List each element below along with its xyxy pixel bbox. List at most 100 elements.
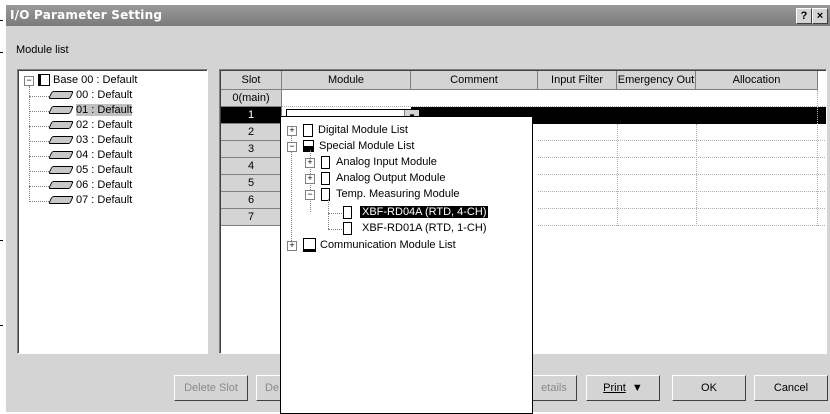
- dd-label: XBF-RD01A (RTD, 1-CH): [362, 222, 487, 234]
- row-header[interactable]: 5: [221, 175, 282, 192]
- help-button[interactable]: ?: [796, 8, 812, 24]
- expand-analog-in-icon[interactable]: +: [305, 158, 315, 168]
- dd-analog-output-module[interactable]: Analog Output Module: [321, 171, 445, 186]
- collapse-special-icon[interactable]: −: [287, 142, 297, 152]
- tree-line: [328, 199, 329, 229]
- dd-communication-module-list[interactable]: Communication Module List: [303, 238, 456, 253]
- col-header-comment[interactable]: Comment: [411, 71, 538, 90]
- collapse-temp-icon[interactable]: −: [305, 190, 315, 200]
- row-header[interactable]: 3: [221, 141, 282, 158]
- tree-slot-label: 02 : Default: [76, 119, 133, 131]
- expand-digital-icon[interactable]: +: [287, 126, 297, 136]
- dd-digital-module-list[interactable]: Digital Module List: [303, 123, 408, 138]
- col-header-allocation[interactable]: Allocation: [696, 71, 818, 90]
- tree-slot-label: 06 : Default: [76, 179, 133, 191]
- grid-line: [538, 225, 825, 226]
- row-header[interactable]: 2: [221, 124, 282, 141]
- dd-temp-measuring-module[interactable]: Temp. Measuring Module: [321, 187, 460, 202]
- ok-button[interactable]: OK: [672, 375, 746, 401]
- tree-slot-02[interactable]: 02 : Default: [48, 118, 133, 133]
- row-header[interactable]: 0(main): [221, 90, 282, 107]
- dd-label: Analog Input Module: [336, 156, 437, 168]
- expand-analog-out-icon[interactable]: +: [305, 174, 315, 184]
- col-header-slot[interactable]: Slot: [221, 71, 282, 90]
- tree-slot-label: 01 : Default: [76, 104, 133, 116]
- col-header-module[interactable]: Module: [282, 71, 411, 90]
- module-tree[interactable]: − Base 00 : Default 00 : Default 01 : De…: [17, 69, 208, 354]
- tree-slot-05[interactable]: 05 : Default: [48, 163, 133, 178]
- col-header-emergency-out[interactable]: Emergency Out: [617, 71, 696, 90]
- module-icon: [303, 123, 313, 137]
- dd-label: Digital Module List: [318, 124, 408, 136]
- tree-slot-04[interactable]: 04 : Default: [48, 148, 133, 163]
- module-icon: [343, 205, 352, 219]
- dd-xbf-rd04a[interactable]: XBF-RD04A (RTD, 4-CH): [343, 205, 490, 220]
- tree-slot-03[interactable]: 03 : Default: [48, 133, 133, 148]
- print-button[interactable]: Print ▼: [586, 375, 660, 401]
- slot-icon: [48, 181, 74, 190]
- grid-line: [538, 157, 825, 158]
- module-icon: [343, 221, 352, 235]
- dd-label: Analog Output Module: [336, 172, 446, 184]
- dd-label: Special Module List: [319, 140, 415, 152]
- grid-line: [817, 90, 818, 226]
- tree-slot-06[interactable]: 06 : Default: [48, 178, 133, 193]
- tree-branch: [29, 111, 49, 112]
- grid-line: [696, 124, 697, 226]
- details-button[interactable]: etails: [532, 375, 577, 401]
- slot-icon: [48, 166, 74, 175]
- tree-slot-01[interactable]: 01 : Default: [48, 103, 133, 118]
- grid-line: [538, 208, 825, 209]
- module-icon: [321, 155, 330, 169]
- communication-icon: [303, 238, 316, 253]
- print-label: Print: [603, 382, 626, 394]
- grid-line: [538, 191, 825, 192]
- cancel-button[interactable]: Cancel: [754, 375, 828, 401]
- dd-label: Temp. Measuring Module: [336, 188, 460, 200]
- dd-xbf-rd01a[interactable]: XBF-RD01A (RTD, 1-CH): [343, 221, 486, 236]
- tree-slot-00[interactable]: 00 : Default: [48, 88, 133, 103]
- tree-line: [29, 86, 30, 202]
- tree-branch: [29, 186, 49, 187]
- window-title: I/O Parameter Setting: [10, 8, 163, 22]
- tree-slot-label: 00 : Default: [76, 89, 133, 101]
- dd-special-module-list[interactable]: Special Module List: [303, 139, 414, 154]
- row-header[interactable]: 6: [221, 192, 282, 209]
- tree-base[interactable]: Base 00 : Default: [38, 73, 137, 88]
- module-icon: [321, 171, 330, 185]
- slot-icon: [48, 136, 74, 145]
- row-header-selected[interactable]: 1: [221, 107, 282, 124]
- slot-icon: [48, 151, 74, 160]
- slot-icon: [48, 106, 74, 115]
- slot-icon: [48, 121, 74, 130]
- row-header[interactable]: 4: [221, 158, 282, 175]
- slot-icon: [48, 91, 74, 100]
- tree-slot-label: 05 : Default: [76, 164, 133, 176]
- dd-label-selected: XBF-RD04A (RTD, 4-CH): [358, 205, 490, 219]
- tree-branch: [29, 126, 49, 127]
- grid-line: [282, 106, 825, 107]
- expand-comm-icon[interactable]: +: [287, 241, 297, 251]
- edge-tick: [0, 52, 3, 53]
- tree-branch: [29, 141, 49, 142]
- tree-branch: [29, 156, 49, 157]
- tree-slot-label: 04 : Default: [76, 149, 133, 161]
- title-bar: I/O Parameter Setting ? ×: [6, 5, 830, 26]
- edge-tick: [0, 240, 3, 241]
- tree-branch: [29, 96, 49, 97]
- delete-slot-button[interactable]: Delete Slot: [174, 375, 248, 401]
- tree-slot-07[interactable]: 07 : Default: [48, 193, 133, 208]
- col-header-input-filter[interactable]: Input Filter: [538, 71, 617, 90]
- row-header[interactable]: 7: [221, 209, 282, 226]
- special-module-icon: [303, 140, 314, 153]
- grid-line: [617, 124, 618, 226]
- slot-icon: [48, 196, 74, 205]
- base-rack-icon: [38, 74, 50, 87]
- close-button[interactable]: ×: [812, 8, 828, 24]
- dd-analog-input-module[interactable]: Analog Input Module: [321, 155, 437, 170]
- tree-slot-label: 03 : Default: [76, 134, 133, 146]
- dd-label: Communication Module List: [320, 239, 456, 251]
- tree-slot-label: 07 : Default: [76, 194, 133, 206]
- collapse-base-icon[interactable]: −: [24, 76, 34, 86]
- module-dropdown-list[interactable]: + Digital Module List − Special Module L…: [280, 116, 533, 414]
